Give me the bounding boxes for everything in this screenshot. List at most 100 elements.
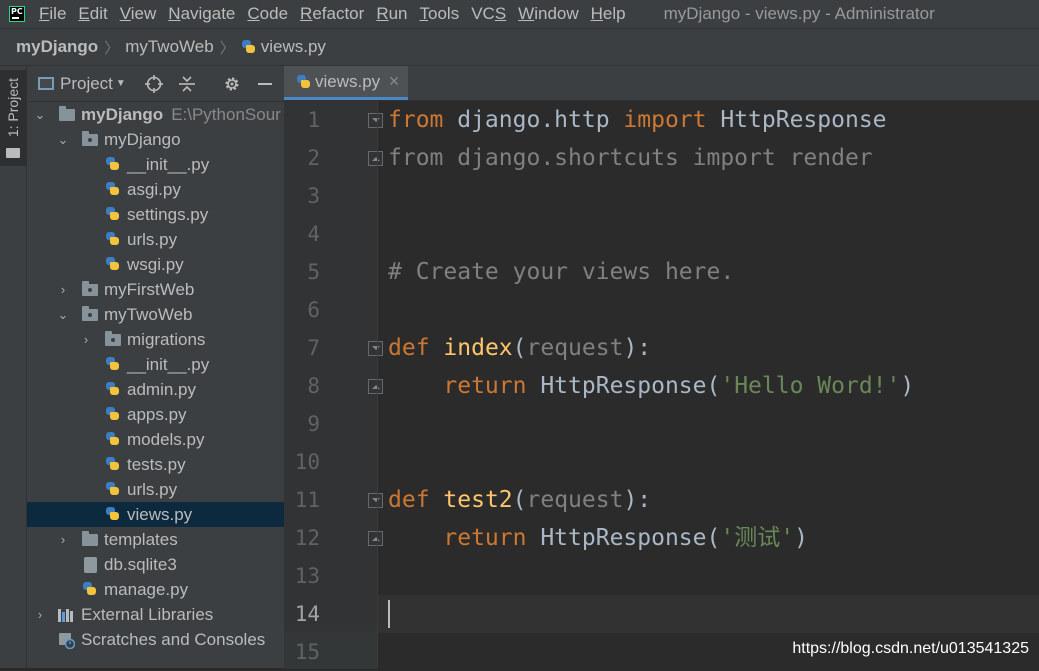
tree-item-external-libraries[interactable]: › External Libraries <box>27 602 284 627</box>
pycharm-logo-icon: PC <box>9 6 25 22</box>
code-line-2[interactable]: from django.shortcuts import render <box>388 139 873 177</box>
menu-refactor[interactable]: Refactor <box>294 4 370 24</box>
minimize-icon[interactable] <box>255 66 275 102</box>
line-number: 11 <box>294 488 320 512</box>
text-caret <box>388 600 390 628</box>
menu-run[interactable]: Run <box>370 4 413 24</box>
folder-icon <box>59 106 75 121</box>
python-file-icon <box>105 506 120 522</box>
chevron-down-icon[interactable]: ▼ <box>116 78 126 89</box>
tree-item-file[interactable]: settings.py <box>27 202 284 227</box>
current-line-highlight <box>377 595 1039 633</box>
tree-item-file[interactable]: __init__.py <box>27 352 284 377</box>
tree-item-file[interactable]: admin.py <box>27 377 284 402</box>
project-view-selector[interactable]: Project <box>60 74 113 94</box>
gear-icon[interactable] <box>221 66 243 102</box>
code-line-11[interactable]: def test2(request): <box>388 481 651 519</box>
tree-item-scratches[interactable]: Scratches and Consoles <box>27 627 284 652</box>
chevron-down-icon[interactable]: ⌄ <box>57 127 69 152</box>
python-file-icon <box>105 356 120 372</box>
folder-icon <box>6 148 20 158</box>
menu-code[interactable]: Code <box>241 4 294 24</box>
package-folder-icon <box>82 306 98 321</box>
menu-help[interactable]: Help <box>585 4 632 24</box>
fold-end-icon[interactable] <box>368 379 383 394</box>
code-line-1[interactable]: from django.http import HttpResponse <box>388 101 887 139</box>
tree-item-folder-myfirstweb[interactable]: › myFirstWeb <box>27 277 284 302</box>
menu-file[interactable]: File <box>33 4 72 24</box>
chevron-right-icon[interactable]: › <box>57 527 69 552</box>
chevron-right-icon[interactable]: › <box>34 602 46 627</box>
breadcrumb-file[interactable]: views.py <box>261 37 326 57</box>
fold-toggle-icon[interactable] <box>368 113 383 128</box>
tree-item-folder-templates[interactable]: › templates <box>27 527 284 552</box>
breadcrumb-folder[interactable]: myTwoWeb <box>125 37 214 57</box>
code-line-5[interactable]: # Create your views here. <box>388 253 734 291</box>
project-panel-header: Project ▼ <box>27 66 284 102</box>
database-file-icon <box>84 557 97 573</box>
tab-views-py[interactable]: views.py ✕ <box>284 66 408 100</box>
fold-toggle-icon[interactable] <box>368 493 383 508</box>
fold-end-icon[interactable] <box>368 531 383 546</box>
python-file-icon <box>105 231 120 247</box>
tree-item-file-selected[interactable]: views.py <box>27 502 284 527</box>
line-number: 3 <box>307 184 320 208</box>
python-file-icon <box>105 206 120 222</box>
code-line-12[interactable]: return HttpResponse('测试') <box>388 519 808 557</box>
menu-window[interactable]: Window <box>512 4 584 24</box>
tree-item-file[interactable]: urls.py <box>27 477 284 502</box>
tree-item-file[interactable]: db.sqlite3 <box>27 552 284 577</box>
tree-item-root-mydjango[interactable]: ⌄ myDjango E:\PythonSour <box>27 102 284 127</box>
editor-tab-bar: views.py ✕ <box>284 66 1039 101</box>
line-number: 12 <box>294 526 320 550</box>
line-number: 5 <box>307 260 320 284</box>
package-folder-icon <box>82 131 98 146</box>
close-icon[interactable]: ✕ <box>388 73 400 90</box>
watermark-url: https://blog.csdn.net/u013541325 <box>792 640 1029 657</box>
menu-edit[interactable]: Edit <box>72 4 113 24</box>
tree-item-file[interactable]: wsgi.py <box>27 252 284 277</box>
chevron-right-icon[interactable]: › <box>80 327 92 352</box>
line-number: 9 <box>307 412 320 436</box>
code-line-7[interactable]: def index(request): <box>388 329 651 367</box>
fold-end-icon[interactable] <box>368 151 383 166</box>
line-number: 2 <box>307 146 320 170</box>
tree-item-file[interactable]: manage.py <box>27 577 284 602</box>
python-file-icon <box>82 581 97 597</box>
collapse-all-icon[interactable] <box>177 66 197 102</box>
code-line-8[interactable]: return HttpResponse('Hello Word!') <box>388 367 914 405</box>
chevron-right-icon[interactable]: › <box>57 277 69 302</box>
locate-file-icon[interactable] <box>144 66 164 102</box>
tree-item-folder-mydjango[interactable]: ⌄ myDjango <box>27 127 284 152</box>
code-editor: views.py ✕ 1 2 3 4 5 6 7 8 9 10 11 12 13… <box>284 66 1039 669</box>
line-number: 4 <box>307 222 320 246</box>
tree-item-file[interactable]: apps.py <box>27 402 284 427</box>
tree-item-file[interactable]: tests.py <box>27 452 284 477</box>
project-tool-window-tab[interactable]: 1: Project <box>0 70 26 166</box>
window-title: myDjango - views.py - Administrator <box>663 4 935 23</box>
tree-item-file[interactable]: urls.py <box>27 227 284 252</box>
tree-item-folder-migrations[interactable]: › migrations <box>27 327 284 352</box>
line-number: 10 <box>294 450 320 474</box>
menu-tools[interactable]: Tools <box>414 4 466 24</box>
fold-toggle-icon[interactable] <box>368 341 383 356</box>
breadcrumb-separator-icon: 〉 <box>104 39 120 57</box>
menu-view[interactable]: View <box>114 4 163 24</box>
tree-item-folder-mytwoweb[interactable]: ⌄ myTwoWeb <box>27 302 284 327</box>
chevron-down-icon[interactable]: ⌄ <box>34 102 46 127</box>
tree-item-file[interactable]: __init__.py <box>27 152 284 177</box>
python-file-icon <box>105 381 120 397</box>
line-number: 7 <box>307 336 320 360</box>
chevron-down-icon[interactable]: ⌄ <box>57 302 69 327</box>
line-number: 1 <box>307 108 320 132</box>
left-tool-strip: 1: Project <box>0 66 27 668</box>
tree-item-file[interactable]: models.py <box>27 427 284 452</box>
python-file-icon <box>105 256 120 272</box>
tree-item-file[interactable]: asgi.py <box>27 177 284 202</box>
menu-navigate[interactable]: Navigate <box>162 4 241 24</box>
python-file-icon <box>105 431 120 447</box>
breadcrumb-project[interactable]: myDjango <box>16 37 98 57</box>
breadcrumb-separator-icon: 〉 <box>219 39 235 57</box>
line-number: 8 <box>307 374 320 398</box>
menu-vcs[interactable]: VCS <box>465 4 512 24</box>
